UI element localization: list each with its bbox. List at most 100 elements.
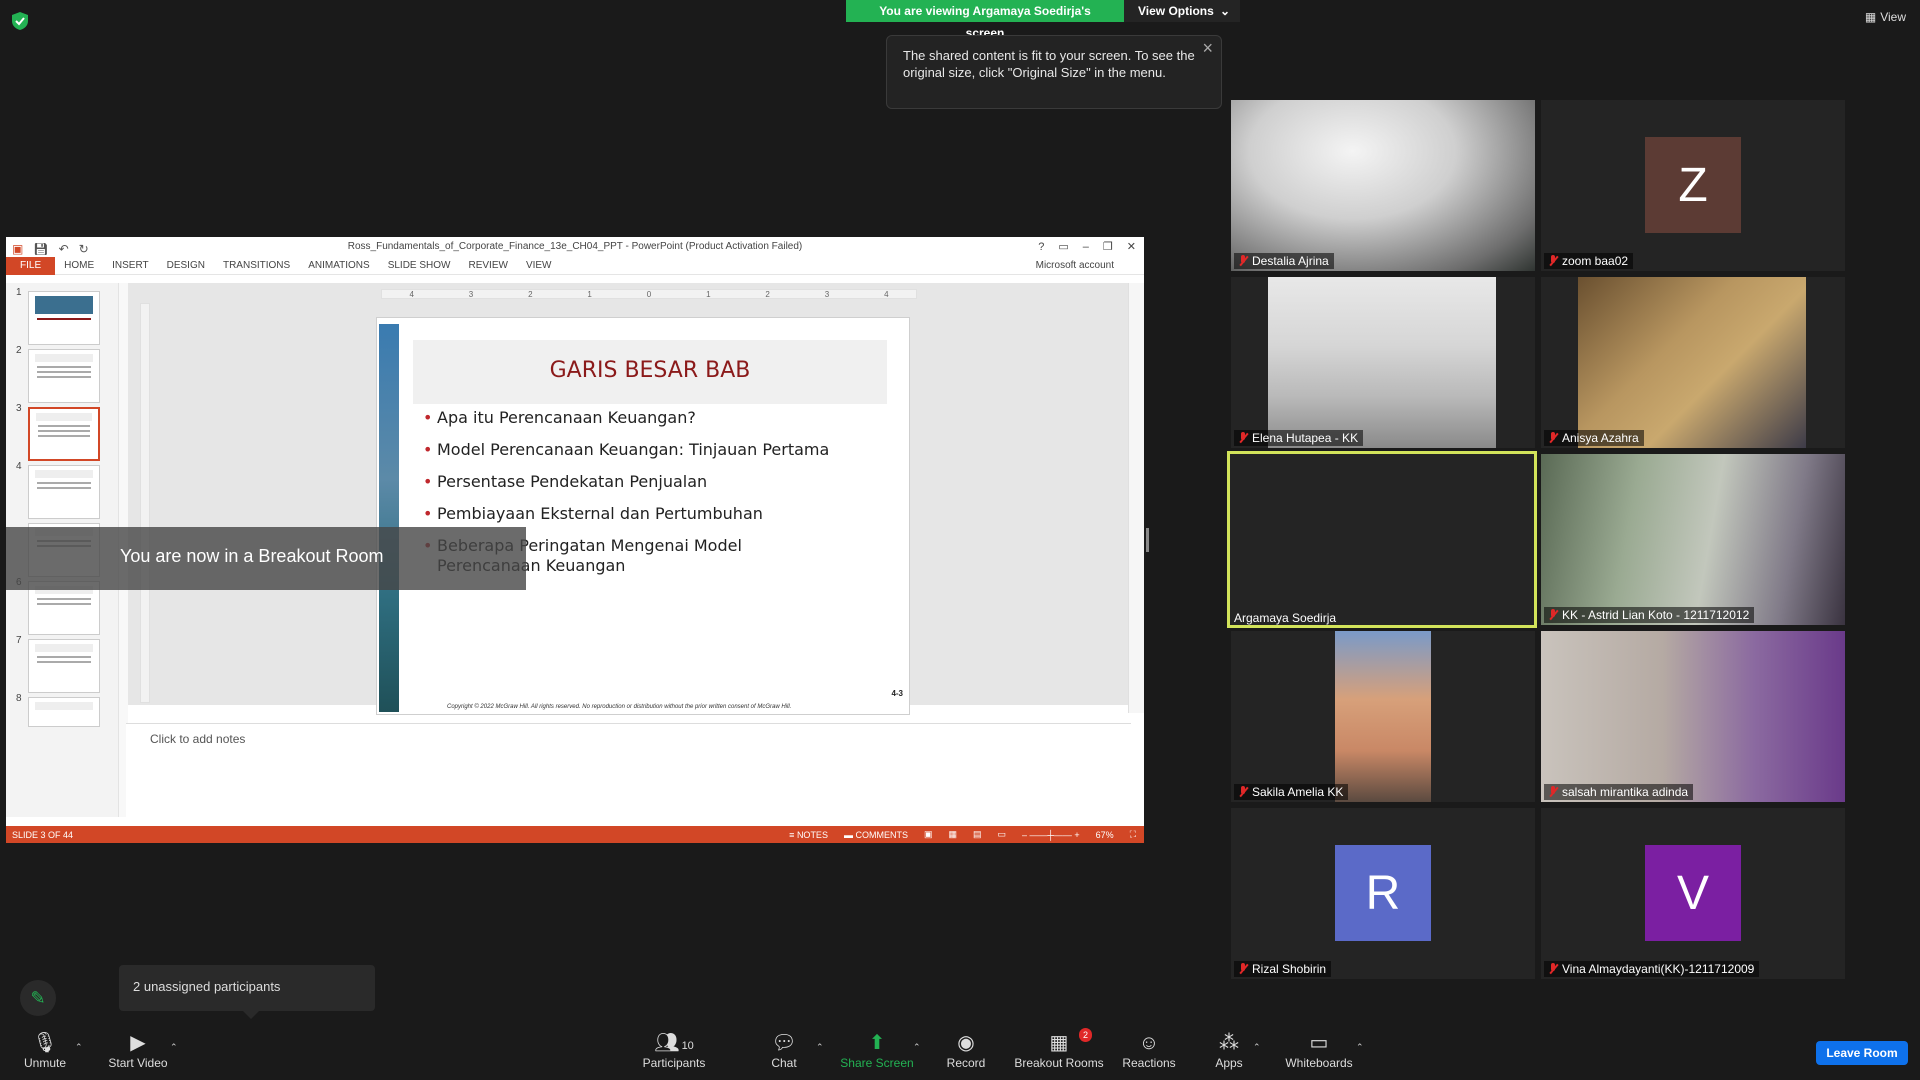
microsoft-account[interactable]: Microsoft account bbox=[1036, 260, 1114, 271]
close-window-icon[interactable]: ✕ bbox=[1127, 237, 1136, 257]
close-icon[interactable]: × bbox=[1202, 39, 1213, 57]
thumb-number: 4 bbox=[16, 461, 22, 472]
whiteboards-button[interactable]: ▭ ⌃ Whiteboards bbox=[1278, 1030, 1364, 1070]
participant-video bbox=[1541, 454, 1845, 625]
tab-review[interactable]: REVIEW bbox=[459, 257, 516, 275]
record-button[interactable]: ◉ Record bbox=[926, 1030, 1006, 1070]
slide-thumbnail[interactable] bbox=[28, 291, 100, 345]
participant-tile[interactable]: R Rizal Shobirin bbox=[1231, 808, 1535, 979]
tab-view[interactable]: VIEW bbox=[517, 257, 561, 275]
start-video-button[interactable]: ▶︎ ⌃ Start Video bbox=[98, 1030, 178, 1070]
unassigned-participants-popup[interactable]: 2 unassigned participants bbox=[119, 965, 375, 1019]
participant-name-tag: Sakila Amelia KK bbox=[1234, 784, 1349, 800]
slide-thumbnail[interactable] bbox=[28, 465, 100, 519]
whiteboard-icon: ▭ ⌃ bbox=[1278, 1030, 1364, 1056]
reactions-button[interactable]: ☺ Reactions bbox=[1109, 1030, 1189, 1070]
restore-icon[interactable]: ❐ bbox=[1103, 237, 1113, 257]
audio-options-caret[interactable]: ⌃ bbox=[75, 1034, 83, 1060]
notes-label: NOTES bbox=[796, 829, 828, 840]
tab-design[interactable]: DESIGN bbox=[158, 257, 214, 275]
tab-animations[interactable]: ANIMATIONS bbox=[299, 257, 378, 275]
chat-options-caret[interactable]: ⌃ bbox=[816, 1034, 824, 1060]
avatar: R bbox=[1335, 845, 1431, 941]
participant-video bbox=[1578, 277, 1806, 448]
participants-button[interactable]: 👥︎ 10 Participants bbox=[634, 1030, 714, 1070]
security-shield-icon[interactable] bbox=[12, 12, 28, 30]
breakout-rooms-button[interactable]: ▦ 2 Breakout Rooms bbox=[1012, 1028, 1106, 1070]
participant-name-tag: salsah mirantika adinda bbox=[1544, 784, 1694, 800]
participant-name-tag: Rizal Shobirin bbox=[1234, 961, 1332, 977]
slide-bullet: Pembiayaan Eksternal dan Pertumbuhan bbox=[423, 504, 833, 524]
participant-name-tag: Argamaya Soedirja bbox=[1230, 610, 1341, 626]
record-label: Record bbox=[946, 1056, 986, 1070]
chat-button[interactable]: 💬︎ ⌃ Chat bbox=[744, 1030, 824, 1070]
current-slide[interactable]: GARIS BESAR BAB Apa itu Perencanaan Keua… bbox=[376, 317, 910, 715]
participant-tile[interactable]: Destalia Ajrina bbox=[1231, 100, 1535, 271]
zoom-slider[interactable]: – ——┼—— + bbox=[1022, 830, 1080, 840]
ppt-statusbar: SLIDE 3 OF 44 ≡ NOTES ▬ COMMENTS ▣ ▦ ▤ ▭… bbox=[6, 826, 1144, 843]
ruler-tick: 2 bbox=[528, 289, 533, 299]
slide-sorter-icon[interactable]: ▦ bbox=[948, 829, 957, 840]
slide-thumbnail[interactable] bbox=[28, 639, 100, 693]
unmute-button[interactable]: 🎙︎ ⌃ Unmute bbox=[5, 1030, 85, 1070]
split-divider-handle[interactable] bbox=[1146, 528, 1149, 552]
start-video-label: Start Video bbox=[108, 1056, 168, 1070]
whiteboard-options-caret[interactable]: ⌃ bbox=[1356, 1034, 1364, 1060]
tab-file[interactable]: FILE bbox=[6, 256, 56, 275]
view-options-button[interactable]: View Options ⌄ bbox=[1124, 0, 1240, 22]
tab-slide-show[interactable]: SLIDE SHOW bbox=[379, 257, 460, 275]
participant-tile[interactable]: salsah mirantika adinda bbox=[1541, 631, 1845, 802]
window-buttons: ? ▭ – ❐ ✕ bbox=[1038, 237, 1136, 257]
share-screen-label: Share Screen bbox=[840, 1056, 914, 1070]
view-button[interactable]: ▦ View bbox=[1865, 10, 1906, 24]
normal-view-icon[interactable]: ▣ bbox=[924, 829, 933, 840]
comments-button[interactable]: ▬ COMMENTS bbox=[844, 830, 908, 840]
leave-room-button[interactable]: Leave Room bbox=[1816, 1041, 1908, 1065]
chevron-down-icon: ⌄ bbox=[1219, 4, 1230, 18]
annotate-pencil-icon[interactable]: ✎ bbox=[20, 980, 56, 1016]
notes-button[interactable]: ≡ NOTES bbox=[789, 830, 828, 840]
ruler-tick: 3 bbox=[468, 289, 474, 299]
participant-tile[interactable]: Elena Hutapea - KK bbox=[1231, 277, 1535, 448]
tab-home[interactable]: HOME bbox=[55, 257, 103, 275]
chat-label: Chat bbox=[771, 1056, 797, 1070]
reactions-icon: ☺ bbox=[1138, 1032, 1160, 1054]
ribbon-options-icon[interactable]: ▭ bbox=[1058, 237, 1068, 257]
slide-thumbnail[interactable] bbox=[28, 349, 100, 403]
video-options-caret[interactable]: ⌃ bbox=[170, 1034, 178, 1060]
reading-view-icon[interactable]: ▤ bbox=[973, 829, 982, 840]
help-icon[interactable]: ? bbox=[1038, 237, 1044, 257]
tab-insert[interactable]: INSERT bbox=[103, 257, 158, 275]
participant-name: salsah mirantika adinda bbox=[1562, 785, 1689, 799]
zoom-level[interactable]: 67% bbox=[1096, 830, 1114, 840]
slide-thumbnail-selected[interactable] bbox=[28, 407, 100, 461]
apps-button[interactable]: ⁂ ⌃ Apps bbox=[1189, 1030, 1269, 1070]
slide-thumbnail[interactable] bbox=[28, 697, 100, 727]
participant-name-tag: Destalia Ajrina bbox=[1234, 253, 1334, 269]
participant-video bbox=[1335, 631, 1431, 802]
minimize-icon[interactable]: – bbox=[1083, 237, 1089, 257]
muted-mic-icon: 🎙︎ ⌃ bbox=[5, 1030, 85, 1056]
slide-scrollbar[interactable] bbox=[1128, 283, 1144, 713]
participant-tile[interactable]: V Vina Almaydayanti(KK)-1211712009 bbox=[1541, 808, 1845, 979]
share-screen-button[interactable]: ⬆ ⌃ Share Screen bbox=[837, 1030, 920, 1070]
participant-name: Argamaya Soedirja bbox=[1234, 611, 1337, 625]
slide-bullet: Model Perencanaan Keuangan: Tinjauan Per… bbox=[423, 440, 833, 460]
participant-tile-active-speaker[interactable]: Argamaya Soedirja bbox=[1227, 451, 1537, 628]
unassigned-text: 2 unassigned participants bbox=[133, 979, 281, 994]
slide-bullet: Persentase Pendekatan Penjualan bbox=[423, 472, 833, 492]
participant-name: Rizal Shobirin bbox=[1252, 962, 1327, 976]
participant-tile[interactable]: Anisya Azahra bbox=[1541, 277, 1845, 448]
apps-options-caret[interactable]: ⌃ bbox=[1253, 1034, 1261, 1060]
participant-name: KK - Astrid Lian Koto - 1211712012 bbox=[1562, 608, 1750, 622]
share-options-caret[interactable]: ⌃ bbox=[913, 1034, 921, 1060]
ruler-tick: 1 bbox=[706, 289, 711, 299]
slideshow-icon[interactable]: ▭ bbox=[998, 829, 1007, 840]
tab-transitions[interactable]: TRANSITIONS bbox=[214, 257, 299, 275]
participant-tile[interactable]: KK - Astrid Lian Koto - 1211712012 bbox=[1541, 454, 1845, 625]
fit-slide-icon[interactable]: ⛶ bbox=[1130, 829, 1136, 840]
thumb-number: 1 bbox=[16, 287, 22, 298]
notes-pane[interactable]: Click to add notes bbox=[126, 723, 1131, 817]
participant-tile[interactable]: Sakila Amelia KK bbox=[1231, 631, 1535, 802]
participant-tile[interactable]: Z zoom baa02 bbox=[1541, 100, 1845, 271]
